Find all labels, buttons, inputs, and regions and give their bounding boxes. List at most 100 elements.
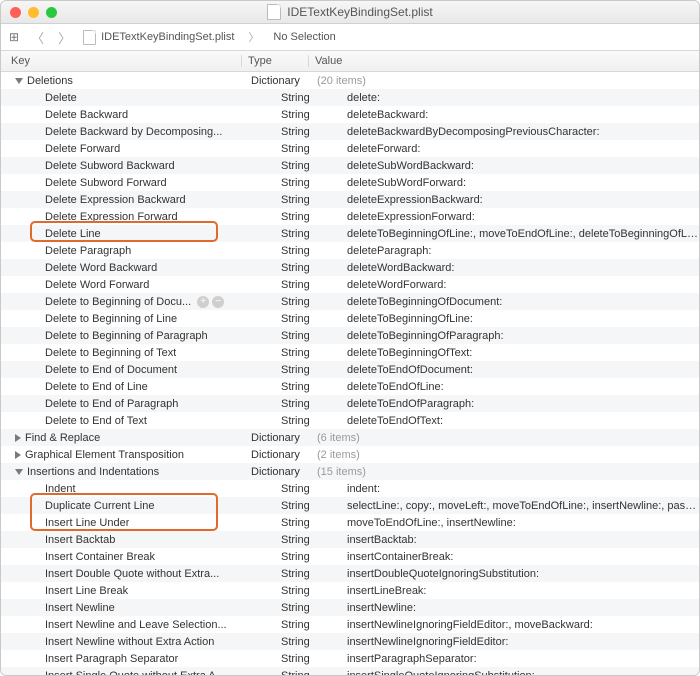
row-type: String [275, 398, 341, 410]
item-row[interactable]: Delete BackwardStringdeleteBackward: [1, 106, 699, 123]
row-action-buttons: +− [197, 296, 224, 308]
row-key: Delete Forward [45, 143, 120, 155]
item-row[interactable]: Insert BacktabStringinsertBacktab: [1, 531, 699, 548]
item-row[interactable]: Insert Newline without Extra ActionStrin… [1, 633, 699, 650]
item-row[interactable]: Insert Newline and Leave Selection...Str… [1, 616, 699, 633]
row-value: (2 items) [311, 449, 699, 461]
nav-forward[interactable]: 〉 [56, 28, 73, 47]
window: IDETextKeyBindingSet.plist ⊞ 〈 〉 IDEText… [0, 0, 700, 676]
row-type: String [275, 500, 341, 512]
header-type[interactable]: Type [242, 55, 309, 67]
row-key: Delete to End of Text [45, 415, 147, 427]
row-type: Dictionary [245, 75, 311, 87]
group-row[interactable]: Insertions and IndentationsDictionary(15… [1, 463, 699, 480]
row-type: String [275, 109, 341, 121]
chevron-right-icon: 〉 [248, 29, 259, 45]
row-type: String [275, 228, 341, 240]
row-key: Insert Double Quote without Extra... [45, 568, 219, 580]
row-type: String [275, 160, 341, 172]
disclosure-open-icon[interactable] [15, 469, 23, 475]
row-type: String [275, 143, 341, 155]
row-key: Delete Line [45, 228, 101, 240]
row-value: delete: [341, 92, 699, 104]
row-key: Delete Expression Backward [45, 194, 186, 206]
item-row[interactable]: Delete to End of LineStringdeleteToEndOf… [1, 378, 699, 395]
item-row[interactable]: IndentStringindent: [1, 480, 699, 497]
row-type: Dictionary [245, 466, 311, 478]
header-value[interactable]: Value [309, 55, 699, 67]
row-type: String [275, 568, 341, 580]
item-row[interactable]: Delete Backward by Decomposing...Stringd… [1, 123, 699, 140]
file-icon [83, 30, 96, 45]
item-row[interactable]: Insert Line BreakStringinsertLineBreak: [1, 582, 699, 599]
item-row[interactable]: Insert Single Quote without Extra A...St… [1, 667, 699, 675]
item-row[interactable]: Insert Double Quote without Extra... Stri… [1, 565, 699, 582]
file-icon [267, 4, 281, 20]
item-row[interactable]: Delete Forward StringdeleteForward: [1, 140, 699, 157]
item-row[interactable]: Delete to Beginning of Docu...+−Stringde… [1, 293, 699, 310]
group-row[interactable]: Graphical Element TranspositionDictionar… [1, 446, 699, 463]
item-row[interactable]: Delete to Beginning of LineStringdeleteT… [1, 310, 699, 327]
item-row[interactable]: DeleteStringdelete: [1, 89, 699, 106]
item-row[interactable]: Delete Word ForwardStringdeleteWordForwa… [1, 276, 699, 293]
breadcrumb-selection[interactable]: No Selection [273, 31, 335, 43]
row-type: String [275, 211, 341, 223]
outline-list[interactable]: DeletionsDictionary(20 items)DeleteStrin… [1, 72, 699, 675]
item-row[interactable]: Insert Paragraph SeparatorStringinsertPa… [1, 650, 699, 667]
item-row[interactable]: Duplicate Current LineStringselectLine:,… [1, 497, 699, 514]
row-key: Delete Word Forward [45, 279, 149, 291]
row-type: Dictionary [245, 432, 311, 444]
group-row[interactable]: DeletionsDictionary(20 items) [1, 72, 699, 89]
row-value: selectLine:, copy:, moveLeft:, moveToEnd… [341, 500, 699, 512]
row-value: deleteWordBackward: [341, 262, 699, 274]
add-icon[interactable]: + [197, 296, 209, 308]
row-key: Delete to End of Paragraph [45, 398, 178, 410]
row-value: (15 items) [311, 466, 699, 478]
row-key: Insert Container Break [45, 551, 155, 563]
nav-back[interactable]: 〈 [29, 28, 46, 47]
row-key: Delete to Beginning of Paragraph [45, 330, 208, 342]
row-type: String [275, 194, 341, 206]
item-row[interactable]: Delete to Beginning of ParagraphStringde… [1, 327, 699, 344]
item-row[interactable]: Delete Expression BackwardStringdeleteEx… [1, 191, 699, 208]
row-type: String [275, 313, 341, 325]
row-value: deleteWordForward: [341, 279, 699, 291]
row-type: String [275, 245, 341, 257]
row-type: String [275, 381, 341, 393]
item-row[interactable]: Delete to End of TextStringdeleteToEndOf… [1, 412, 699, 429]
breadcrumb-file[interactable]: IDETextKeyBindingSet.plist [83, 30, 234, 45]
breadcrumb-file-text: IDETextKeyBindingSet.plist [101, 31, 234, 43]
row-value: insertBacktab: [341, 534, 699, 546]
item-row[interactable]: Insert NewlineStringinsertNewline: [1, 599, 699, 616]
disclosure-open-icon[interactable] [15, 78, 23, 84]
item-row[interactable]: Insert Line UnderStringmoveToEndOfLine:,… [1, 514, 699, 531]
item-row[interactable]: Delete ParagraphStringdeleteParagraph: [1, 242, 699, 259]
remove-icon[interactable]: − [212, 296, 224, 308]
row-value: deleteForward: [341, 143, 699, 155]
row-key: Delete to Beginning of Text [45, 347, 176, 359]
row-key: Graphical Element Transposition [25, 449, 184, 461]
row-key: Delete to Beginning of Line [45, 313, 177, 325]
row-type: String [275, 347, 341, 359]
grid-icon[interactable]: ⊞ [9, 30, 19, 44]
disclosure-closed-icon[interactable] [15, 434, 21, 442]
window-title: IDETextKeyBindingSet.plist [1, 4, 699, 20]
item-row[interactable]: Delete Subword BackwardStringdeleteSubWo… [1, 157, 699, 174]
item-row[interactable]: Delete LineStringdeleteToBeginningOfLine… [1, 225, 699, 242]
item-row[interactable]: Delete Word BackwardStringdeleteWordBack… [1, 259, 699, 276]
item-row[interactable]: Delete to End of ParagraphStringdeleteTo… [1, 395, 699, 412]
item-row[interactable]: Delete to End of DocumentStringdeleteToE… [1, 361, 699, 378]
disclosure-closed-icon[interactable] [15, 451, 21, 459]
item-row[interactable]: Delete Expression ForwardStringdeleteExp… [1, 208, 699, 225]
row-key: Delete Backward [45, 109, 128, 121]
row-value: insertNewlineIgnoringFieldEditor: [341, 636, 699, 648]
row-type: String [275, 517, 341, 529]
row-value: deleteToBeginningOfParagraph: [341, 330, 699, 342]
item-row[interactable]: Delete to Beginning of TextStringdeleteT… [1, 344, 699, 361]
group-row[interactable]: Find & ReplaceDictionary(6 items) [1, 429, 699, 446]
row-value: deleteToEndOfDocument: [341, 364, 699, 376]
item-row[interactable]: Insert Container BreakStringinsertContai… [1, 548, 699, 565]
header-key[interactable]: Key [1, 55, 242, 67]
row-type: String [275, 619, 341, 631]
item-row[interactable]: Delete Subword ForwardStringdeleteSubWor… [1, 174, 699, 191]
